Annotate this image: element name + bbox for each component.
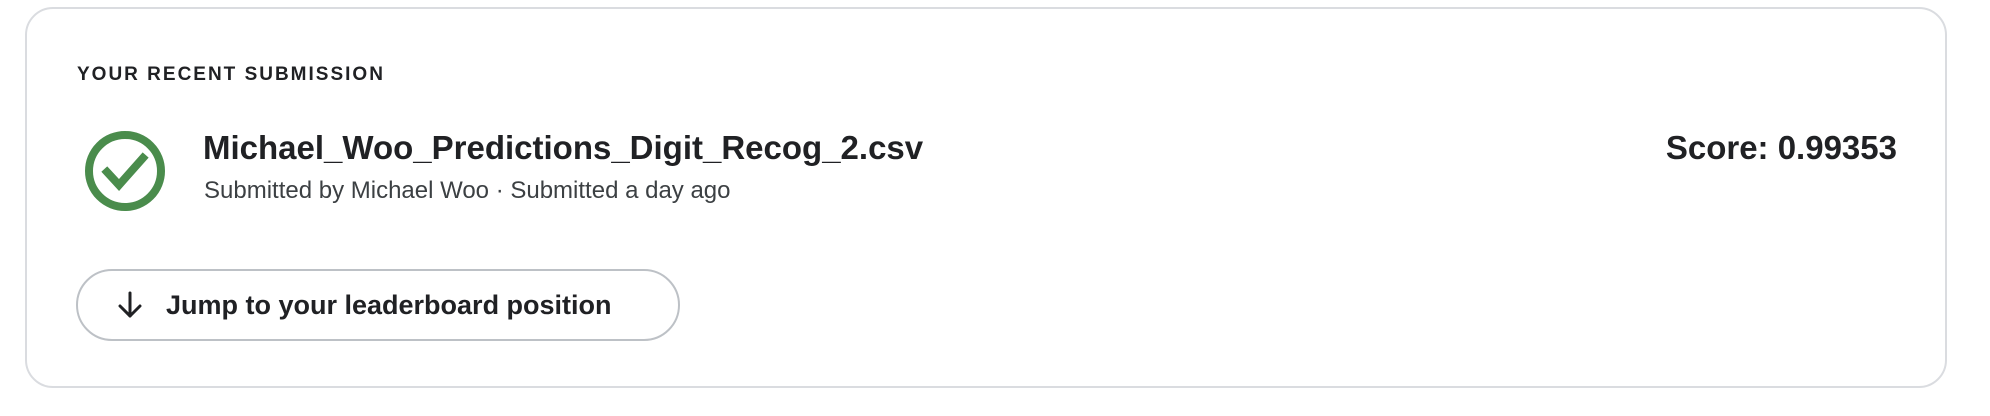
- submission-file-name: Michael_Woo_Predictions_Digit_Recog_2.cs…: [203, 129, 924, 166]
- check-circle-icon: [83, 129, 167, 213]
- jump-to-leaderboard-button[interactable]: Jump to your leaderboard position: [76, 269, 680, 341]
- submission-meta: Submitted by Michael Woo · Submitted a d…: [204, 177, 731, 204]
- arrow-down-icon: [116, 290, 144, 320]
- submission-score: Score: 0.99353: [1665, 129, 1897, 166]
- section-label: YOUR RECENT SUBMISSION: [77, 64, 385, 85]
- jump-button-label: Jump to your leaderboard position: [166, 289, 612, 320]
- recent-submission-card: YOUR RECENT SUBMISSION Michael_Woo_Predi…: [25, 7, 1947, 388]
